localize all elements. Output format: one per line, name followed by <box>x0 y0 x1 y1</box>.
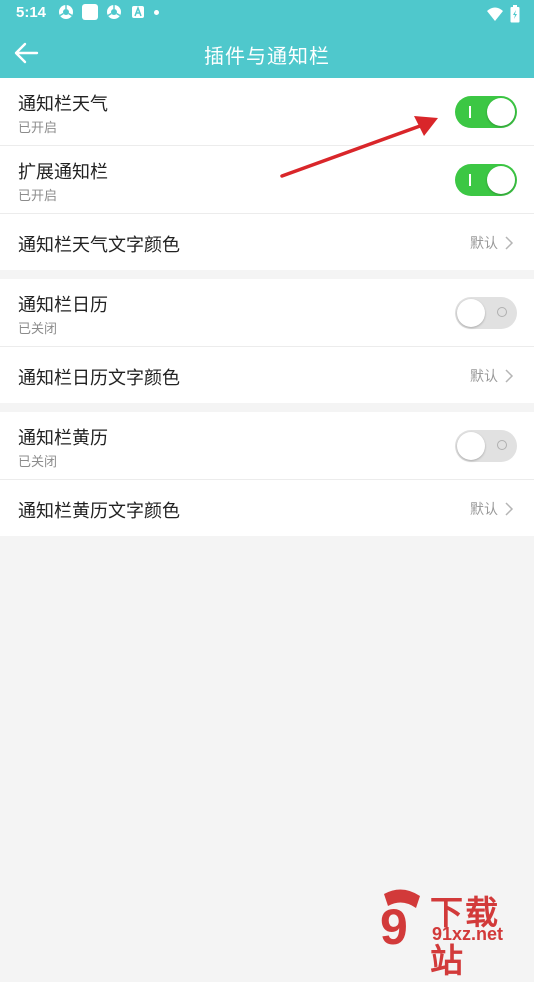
setting-title: 通知栏日历 <box>18 295 108 316</box>
settings-group-almanac: 通知栏黄历 已关闭 通知栏黄历文字颜色 默认 <box>0 412 534 536</box>
page-title: 插件与通知栏 <box>204 44 330 68</box>
notification-weather-toggle[interactable] <box>455 96 517 128</box>
setting-row-notification-calendar[interactable]: 通知栏日历 已关闭 <box>0 279 534 347</box>
toggle-knob <box>457 299 485 327</box>
settings-group-weather: 通知栏天气 已开启 扩展通知栏 已开启 通知栏天气文字颜色 默认 <box>0 78 534 270</box>
toggle-off-mark <box>497 307 507 317</box>
setting-status: 已关闭 <box>18 322 58 337</box>
status-icons-left <box>58 4 159 20</box>
notification-calendar-toggle[interactable] <box>455 297 517 329</box>
toggle-on-mark <box>469 106 471 118</box>
toggle-knob <box>487 166 515 194</box>
setting-status: 已关闭 <box>18 455 58 470</box>
toggle-on-mark <box>469 174 471 186</box>
setting-row-notification-almanac[interactable]: 通知栏黄历 已关闭 <box>0 412 534 480</box>
setting-row-weather-text-color[interactable]: 通知栏天气文字颜色 默认 <box>0 214 534 270</box>
setting-value: 默认 <box>470 502 498 518</box>
annotation-arrow-icon <box>280 116 438 178</box>
setting-row-notification-weather[interactable]: 通知栏天气 已开启 <box>0 78 534 146</box>
setting-value: 默认 <box>470 236 498 252</box>
watermark-logo-text: 9 <box>380 899 408 950</box>
toggle-knob <box>487 98 515 126</box>
toggle-off-mark <box>497 440 507 450</box>
extended-notification-toggle[interactable] <box>455 164 517 196</box>
a-badge-icon <box>132 5 144 18</box>
chrome-icon <box>59 5 73 19</box>
watermark-logo-icon: 9 <box>380 889 420 950</box>
watermark-line2: 91xz.net <box>432 924 504 944</box>
chevron-right-icon <box>505 369 514 383</box>
setting-title: 通知栏天气 <box>18 94 108 115</box>
status-icons-right <box>486 5 520 23</box>
dot-icon <box>154 9 159 15</box>
chevron-right-icon <box>505 236 514 250</box>
setting-title: 通知栏黄历 <box>18 428 108 449</box>
setting-row-calendar-text-color[interactable]: 通知栏日历文字颜色 默认 <box>0 347 534 403</box>
setting-status: 已开启 <box>18 121 58 136</box>
chevron-right-icon <box>505 502 514 516</box>
status-bar: 5:14 <box>0 0 534 28</box>
status-time: 5:14 <box>16 4 47 21</box>
setting-title: 通知栏黄历文字颜色 <box>18 501 180 522</box>
battery-icon <box>510 5 520 23</box>
wifi-icon <box>487 7 503 21</box>
setting-row-almanac-text-color[interactable]: 通知栏黄历文字颜色 默认 <box>0 480 534 536</box>
settings-group-calendar: 通知栏日历 已关闭 通知栏日历文字颜色 默认 <box>0 279 534 403</box>
setting-status: 已开启 <box>18 189 58 204</box>
chrome-icon <box>107 5 121 19</box>
setting-value: 默认 <box>470 369 498 385</box>
app-bar: 插件与通知栏 <box>0 28 534 78</box>
watermark: 9 下载站 91xz.net <box>374 886 534 980</box>
settings-list: 通知栏天气 已开启 扩展通知栏 已开启 通知栏天气文字颜色 默认 通知栏日历 已… <box>0 78 534 545</box>
setting-row-extended-notification[interactable]: 扩展通知栏 已开启 <box>0 146 534 214</box>
setting-title: 通知栏日历文字颜色 <box>18 368 180 389</box>
notification-almanac-toggle[interactable] <box>455 430 517 462</box>
toggle-knob <box>457 432 485 460</box>
setting-title: 扩展通知栏 <box>18 162 108 183</box>
square-app-icon <box>82 4 98 20</box>
setting-title: 通知栏天气文字颜色 <box>18 235 180 256</box>
